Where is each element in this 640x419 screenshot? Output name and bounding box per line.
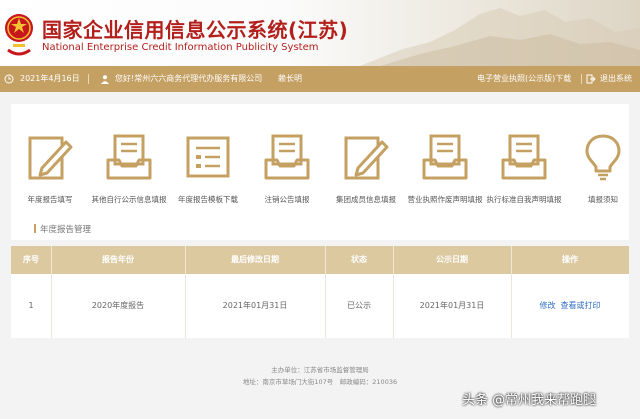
tile-label: 其他自行公示信息填报	[91, 195, 167, 204]
tile-group-members[interactable]: 集团成员信息填报	[327, 104, 405, 240]
tile-label: 集团成员信息填报	[336, 195, 396, 204]
cell-publish-date: 2021年01月31日	[419, 301, 485, 310]
site-subtitle: National Enterprise Credit Information P…	[42, 42, 319, 53]
inbox-tray-icon	[501, 134, 547, 180]
column-header: 报告年份	[102, 255, 134, 264]
divider	[581, 74, 582, 84]
tile-label: 注销公告填报	[264, 195, 310, 204]
template-document-icon	[186, 136, 230, 178]
tile-license-void[interactable]: 营业执照作废声明填报	[406, 104, 484, 240]
clock-icon	[4, 74, 14, 84]
table-header-row: 序号 报告年份 最后修改日期 状态 公示日期 操作	[11, 246, 629, 274]
cell-status: 已公示	[347, 301, 371, 310]
user-icon	[101, 75, 109, 84]
logout-icon	[586, 74, 596, 84]
lightbulb-icon	[585, 134, 621, 181]
footer-organizer: 主办单位：江苏省市场监督管理局	[271, 366, 369, 374]
tile-label: 年度报告模板下载	[178, 195, 238, 204]
column-header: 状态	[351, 255, 367, 264]
tile-standard-declaration[interactable]: 执行标准自我声明填报	[485, 104, 563, 240]
cell-index: 1	[28, 301, 34, 310]
footer-address: 地址：南京市草场门大街107号 邮政编码：210036	[242, 378, 398, 386]
site-header: 国家企业信用信息公示系统(江苏) National Enterprise Cre…	[0, 0, 640, 66]
column-header: 序号	[23, 255, 39, 264]
section-marker	[34, 224, 36, 233]
tile-instructions[interactable]: 填报须知	[564, 104, 640, 240]
annual-report-table: 序号 报告年份 最后修改日期 状态 公示日期 操作 1 2020年度报告 202…	[11, 246, 629, 338]
watermark-text: 头条 @常州我来帮跑腿	[462, 393, 597, 408]
tile-label: 年度报告填写	[27, 195, 73, 204]
inbox-tray-icon	[106, 134, 152, 180]
welcome-text: 您好!常州六六商务代理代办服务有限公司	[115, 74, 263, 83]
user-toolbar: 2021年4月16日 您好!常州六六商务代理代办服务有限公司 赖长明 电子营业执…	[0, 66, 640, 92]
mountain-decoration	[360, 8, 640, 66]
divider	[88, 74, 89, 84]
current-date: 2021年4月16日	[20, 74, 80, 83]
tile-label: 营业执照作废声明填报	[407, 195, 483, 204]
tile-template-download[interactable]: 年度报告模板下载	[169, 104, 247, 240]
page-footer: 主办单位：江苏省市场监督管理局 地址：南京市草场门大街107号 邮政编码：210…	[0, 364, 640, 388]
download-license-link[interactable]: 电子营业执照(公示版)下载	[477, 66, 571, 92]
column-header: 操作	[562, 255, 578, 264]
cell-actions: 修改 查看或打印	[511, 274, 629, 338]
cell-report-year: 2020年度报告	[91, 301, 145, 310]
section-title: 年度报告管理	[40, 225, 92, 235]
site-title: 国家企业信用信息公示系统(江苏)	[42, 18, 349, 42]
edit-form-icon	[28, 136, 73, 180]
section-heading: 年度报告管理	[34, 223, 92, 235]
column-header: 公示日期	[436, 255, 468, 264]
function-panel: 年度报告填写 其他自行公示信息填报 年度报告模板下载 注销公告填报 集团成员信息…	[11, 104, 629, 240]
inbox-tray-icon	[422, 134, 468, 180]
tile-cancellation-notice[interactable]: 注销公告填报	[248, 104, 326, 240]
column-header: 最后修改日期	[231, 255, 279, 264]
inbox-tray-icon	[264, 134, 310, 180]
national-emblem-icon	[5, 14, 33, 56]
logout-link[interactable]: 退出系统	[600, 66, 632, 92]
tile-other-disclosure[interactable]: 其他自行公示信息填报	[90, 104, 168, 240]
tile-label: 执行标准自我声明填报	[486, 195, 562, 204]
edit-form-icon	[344, 136, 389, 180]
view-print-link[interactable]: 查看或打印	[561, 301, 601, 310]
edit-link[interactable]: 修改	[539, 301, 555, 310]
user-name: 赖长明	[278, 74, 302, 83]
cell-modified-date: 2021年01月31日	[222, 301, 288, 310]
tile-label: 填报须知	[588, 195, 618, 204]
tile-annual-report[interactable]: 年度报告填写	[11, 104, 89, 240]
